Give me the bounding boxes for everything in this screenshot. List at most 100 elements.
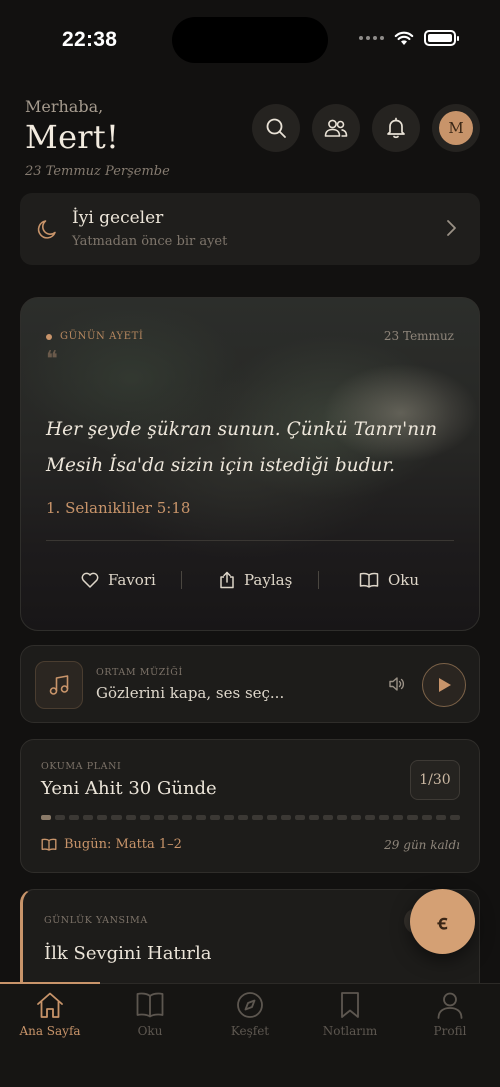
- progress-segment: [97, 815, 108, 820]
- progress-segment: [322, 815, 333, 820]
- progress-segment: [351, 815, 362, 820]
- search-button[interactable]: [252, 104, 300, 152]
- progress-segment: [125, 815, 136, 820]
- favorite-label: Favori: [108, 571, 156, 589]
- progress-segment: [41, 815, 52, 820]
- header-actions: M: [252, 104, 480, 152]
- tab-read[interactable]: Oku: [100, 990, 200, 1038]
- verse-label: GÜNÜN AYETİ: [46, 331, 143, 342]
- dynamic-island: [172, 17, 328, 63]
- progress-segment: [379, 815, 390, 820]
- progress-segment: [55, 815, 66, 820]
- chevron-right-icon: [447, 220, 456, 236]
- share-button[interactable]: Paylaş: [219, 562, 292, 598]
- profile-icon: [437, 992, 463, 1019]
- progress-segment: [393, 815, 404, 820]
- reflection-title: İlk Sevgini Hatırla: [44, 943, 212, 964]
- compass-icon: [237, 992, 263, 1018]
- progress-segment: [83, 815, 94, 820]
- progress-segment: [336, 815, 348, 820]
- heart-icon: [81, 572, 99, 588]
- tab-profile[interactable]: Profil: [400, 990, 500, 1038]
- bell-icon: [387, 117, 405, 139]
- verse-reference: 1. Selanikliler 5:18: [46, 499, 191, 517]
- status-time: 22:38: [62, 28, 118, 51]
- search-icon: [266, 118, 286, 138]
- current-date: 23 Temmuz Perşembe: [25, 164, 170, 179]
- reflection-label: GÜNLÜK YANSIMA: [44, 915, 148, 926]
- progress-segment: [69, 815, 80, 820]
- notifications-button[interactable]: [372, 104, 420, 152]
- cellular-signal-icon: [359, 36, 384, 40]
- tab-home[interactable]: Ana Sayfa: [0, 990, 100, 1038]
- progress-segment: [210, 815, 221, 820]
- days-remaining: 29 gün kaldı: [384, 838, 460, 852]
- verse-divider: [46, 540, 454, 541]
- quote-icon: ❝: [46, 347, 58, 372]
- today-reading[interactable]: Bugün: Matta 1–2: [41, 837, 182, 852]
- today-reading-label: Bugün: Matta 1–2: [64, 837, 182, 852]
- progress-segment: [280, 815, 291, 820]
- share-label: Paylaş: [244, 571, 293, 589]
- music-title: Gözlerini kapa, ses seç...: [96, 684, 285, 702]
- verse-actions: Favori Paylaş Oku: [20, 562, 480, 598]
- progress-segment: [421, 815, 432, 820]
- tab-explore-label: Keşfet: [230, 1024, 270, 1038]
- tab-notes[interactable]: Notlarım: [300, 990, 400, 1038]
- greeting-text: Merhaba,: [25, 97, 104, 116]
- music-note-icon: [49, 675, 69, 695]
- progress-segment: [153, 815, 164, 820]
- tab-explore[interactable]: Keşfet: [200, 990, 300, 1038]
- progress-segment: [294, 815, 305, 820]
- play-icon: [439, 678, 451, 692]
- action-separator: [318, 571, 319, 589]
- tab-notes-label: Notlarım: [322, 1024, 378, 1038]
- progress-segment: [252, 815, 263, 820]
- progress-segment: [139, 815, 150, 820]
- book-icon: [359, 572, 379, 588]
- plan-progress-bar: [41, 815, 460, 820]
- music-label: ORTAM MÜZİĞİ: [96, 667, 183, 678]
- progress-segment: [449, 815, 460, 820]
- book-icon: [136, 992, 164, 1018]
- progress-segment: [407, 815, 418, 820]
- progress-segment: [111, 815, 122, 820]
- active-tab-indicator: [0, 982, 100, 984]
- read-button[interactable]: Oku: [359, 562, 419, 598]
- reading-plan-card[interactable]: [20, 739, 480, 873]
- people-icon: [324, 119, 348, 137]
- community-button[interactable]: [312, 104, 360, 152]
- volume-icon[interactable]: [388, 676, 406, 692]
- progress-segment: [196, 815, 207, 820]
- floating-action-button[interactable]: ꞓ: [410, 889, 475, 954]
- status-bar: 22:38: [0, 0, 500, 80]
- user-name: Mert!: [25, 118, 120, 156]
- moon-icon: [37, 220, 56, 239]
- verse-date: 23 Temmuz: [383, 329, 454, 343]
- progress-segment: [266, 815, 277, 820]
- progress-segment: [224, 815, 235, 820]
- progress-segment: [435, 815, 446, 820]
- progress-segment: [238, 815, 249, 820]
- read-label: Oku: [388, 571, 420, 589]
- battery-icon: [424, 30, 459, 46]
- tab-profile-label: Profil: [433, 1024, 467, 1038]
- tab-home-label: Ana Sayfa: [19, 1024, 81, 1038]
- book-icon: [41, 838, 57, 851]
- verse-label-text: GÜNÜN AYETİ: [60, 331, 144, 342]
- verse-text: Her şeyde şükran sunun. Çünkü Tanrı'nın …: [46, 419, 438, 476]
- share-icon: [220, 571, 234, 589]
- progress-segment: [167, 815, 178, 820]
- favorite-button[interactable]: Favori: [81, 562, 156, 598]
- good-night-title: İyi geceler: [72, 208, 164, 228]
- good-night-card[interactable]: [20, 193, 480, 265]
- status-icons: [359, 30, 459, 46]
- good-night-subtitle: Yatmadan önce bir ayet: [72, 234, 228, 249]
- home-icon: [37, 992, 63, 1018]
- progress-segment: [181, 815, 193, 820]
- progress-segment: [308, 815, 319, 820]
- profile-avatar-button[interactable]: M: [432, 104, 480, 152]
- avatar: M: [439, 111, 473, 145]
- play-button[interactable]: [422, 663, 466, 707]
- music-thumbnail: [35, 661, 83, 709]
